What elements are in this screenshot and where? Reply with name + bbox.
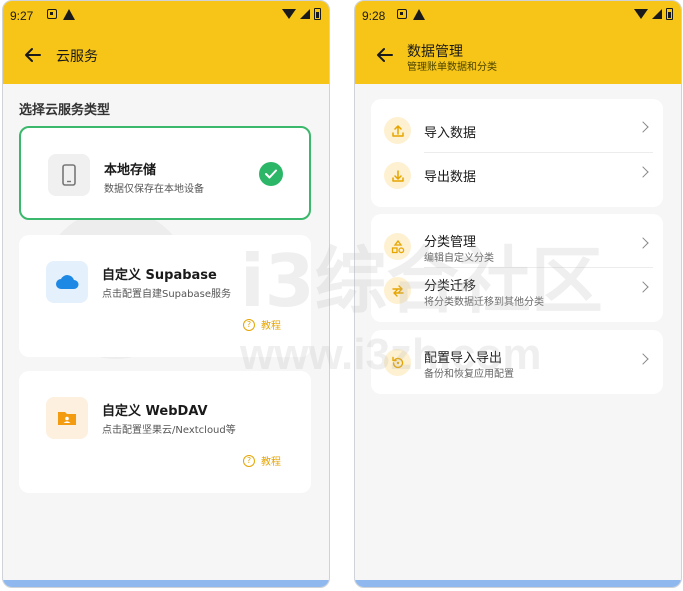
help-icon: ? — [243, 454, 255, 467]
tutorial-label: 教程 — [261, 457, 281, 468]
menu-group-import-export: 导入数据 导出数据 — [371, 99, 663, 207]
warning-icon — [63, 9, 75, 20]
app-bar: 9:28 数据管理 管理账单数据和分类 — [355, 1, 681, 84]
chevron-right-icon — [637, 121, 649, 133]
option-desc: 点击配置自建Supabase服务 — [102, 289, 231, 300]
cloud-icon — [56, 275, 79, 289]
help-icon: ? — [243, 318, 255, 331]
app-bar: 9:27 云服务 — [3, 1, 329, 84]
signal-icon — [652, 9, 662, 19]
menu-sub: 将分类数据迁移到其他分类 — [424, 297, 544, 308]
section-label: 选择云服务类型 — [19, 103, 111, 118]
menu-sub: 编辑自定义分类 — [424, 253, 494, 264]
tutorial-link[interactable]: ? 教程 — [243, 317, 281, 332]
tutorial-link[interactable]: ? 教程 — [243, 453, 281, 468]
option-desc: 数据仅保存在本地设备 — [104, 184, 204, 195]
chevron-right-icon — [637, 281, 649, 293]
menu-item-config-import-export[interactable]: 配置导入导出 备份和恢复应用配置 — [371, 340, 663, 384]
menu-label: 导出数据 — [424, 170, 477, 185]
option-title: 自定义 Supabase — [102, 268, 217, 283]
check-icon — [259, 162, 283, 186]
download-icon — [384, 162, 411, 189]
status-time: 9:28 — [362, 9, 386, 23]
option-title: 本地存储 — [104, 163, 157, 178]
menu-item-import-data[interactable]: 导入数据 — [371, 108, 663, 152]
menu-label: 导入数据 — [424, 126, 477, 141]
status-bar: 9:28 — [355, 1, 681, 31]
menu-item-export-data[interactable]: 导出数据 — [371, 153, 663, 197]
signal-icon — [300, 9, 310, 19]
option-desc: 点击配置坚果云/Nextcloud等 — [102, 425, 236, 436]
chevron-right-icon — [637, 237, 649, 249]
notification-a-icon — [47, 9, 57, 19]
restore-icon — [384, 349, 411, 376]
page-title: 云服务 — [56, 49, 98, 65]
option-supabase[interactable]: 自定义 Supabase 点击配置自建Supabase服务 ? 教程 — [19, 235, 311, 357]
status-bar: 9:27 — [3, 1, 329, 31]
menu-sub: 备份和恢复应用配置 — [424, 369, 514, 380]
phone-icon — [62, 164, 76, 186]
battery-icon — [314, 8, 321, 20]
tutorial-label: 教程 — [261, 321, 281, 332]
folder-icon-box — [46, 397, 88, 439]
back-arrow-icon[interactable] — [23, 45, 43, 65]
nav-bar — [3, 580, 329, 587]
upload-icon — [384, 117, 411, 144]
wifi-icon — [634, 9, 648, 19]
menu-item-category-migration[interactable]: 分类迁移 将分类数据迁移到其他分类 — [371, 268, 663, 312]
menu-label: 分类管理 — [424, 235, 477, 250]
folder-user-icon — [58, 412, 76, 425]
phone-icon-box — [48, 154, 90, 196]
cloud-service-screen: 9:27 云服务 选择云服务类型 本地存储 数据仅保存在本地设备 自定义 Sup… — [2, 0, 330, 588]
menu-group-category: 分类管理 编辑自定义分类 分类迁移 将分类数据迁移到其他分类 — [371, 214, 663, 322]
notification-a-icon — [397, 9, 407, 19]
page-subtitle: 管理账单数据和分类 — [407, 62, 497, 73]
back-arrow-icon[interactable] — [375, 45, 395, 65]
menu-item-category-management[interactable]: 分类管理 编辑自定义分类 — [371, 224, 663, 268]
data-management-screen: 9:28 数据管理 管理账单数据和分类 导入数据 导出数据 分类管理 编辑自定义… — [354, 0, 682, 588]
nav-bar — [355, 580, 681, 587]
wifi-icon — [282, 9, 296, 19]
option-webdav[interactable]: 自定义 WebDAV 点击配置坚果云/Nextcloud等 ? 教程 — [19, 371, 311, 493]
menu-label: 配置导入导出 — [424, 351, 503, 366]
option-local-storage[interactable]: 本地存储 数据仅保存在本地设备 — [19, 126, 311, 220]
menu-label: 分类迁移 — [424, 279, 477, 294]
status-time: 9:27 — [10, 9, 34, 23]
chevron-right-icon — [637, 353, 649, 365]
cloud-icon-box — [46, 261, 88, 303]
option-title: 自定义 WebDAV — [102, 404, 208, 419]
swap-icon — [384, 277, 411, 304]
battery-icon — [666, 8, 673, 20]
menu-group-config: 配置导入导出 备份和恢复应用配置 — [371, 330, 663, 394]
chevron-right-icon — [637, 166, 649, 178]
shapes-icon — [384, 233, 411, 260]
warning-icon — [413, 9, 425, 20]
